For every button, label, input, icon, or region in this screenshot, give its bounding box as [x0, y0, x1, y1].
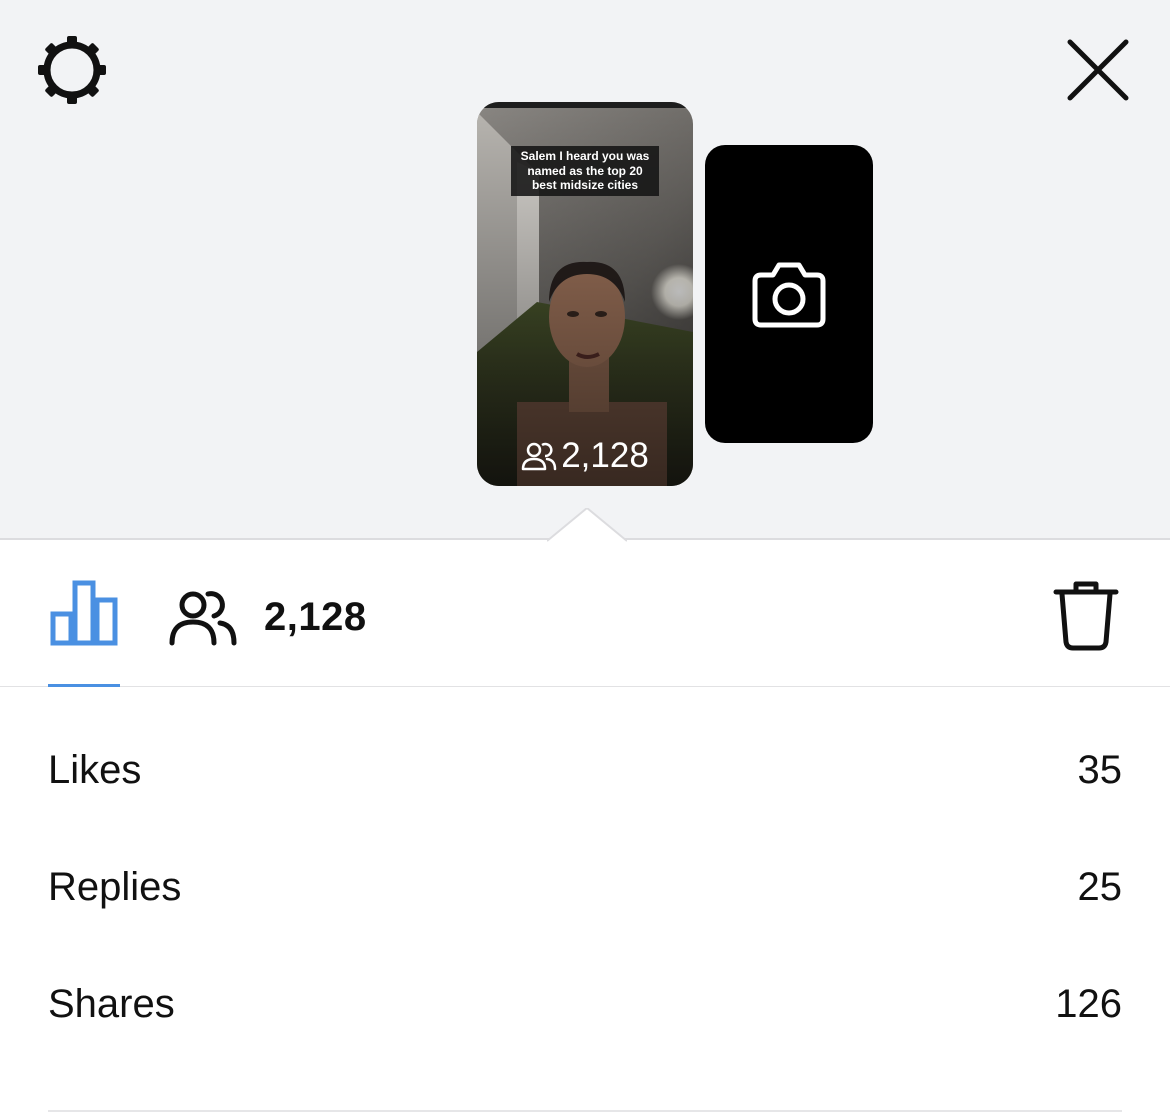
stat-row-replies: Replies 25: [48, 829, 1122, 946]
close-button[interactable]: [1062, 34, 1134, 106]
trash-icon: [1053, 581, 1119, 651]
insights-tabbar: 2,128: [0, 556, 1170, 687]
people-icon: [169, 591, 237, 646]
story-stats-list: Likes 35 Replies 25 Shares 126: [48, 712, 1122, 1063]
active-tab-indicator: [48, 684, 120, 687]
delete-story-button[interactable]: [1050, 578, 1122, 652]
gear-icon: [38, 36, 106, 104]
add-story-button[interactable]: [705, 145, 873, 443]
stat-row-likes: Likes 35: [48, 712, 1122, 829]
story-thumbnail[interactable]: Salem I heard you was named as the top 2…: [477, 102, 693, 486]
close-icon: [1067, 39, 1129, 101]
bar-chart-icon: [50, 580, 118, 646]
selected-story-pointer: [547, 508, 627, 542]
stat-value: 35: [1077, 748, 1123, 792]
tab-viewers[interactable]: 2,128: [168, 584, 367, 650]
stat-value: 126: [1055, 982, 1122, 1026]
divider: [48, 1110, 1122, 1112]
story-viewer-count: 2,128: [477, 436, 693, 476]
stat-label: Shares: [48, 982, 175, 1026]
story-caption: Salem I heard you was named as the top 2…: [511, 146, 659, 196]
people-icon: [521, 442, 557, 471]
viewer-count: 2,128: [264, 594, 367, 639]
story-viewer-count-text: 2,128: [561, 436, 649, 475]
story-preview-area: Salem I heard you was named as the top 2…: [0, 0, 1170, 542]
stat-row-shares: Shares 126: [48, 946, 1122, 1063]
stat-label: Likes: [48, 748, 142, 792]
stat-value: 25: [1077, 865, 1123, 909]
stat-label: Replies: [48, 865, 182, 909]
camera-icon: [752, 262, 826, 328]
tab-insights[interactable]: [48, 578, 120, 687]
settings-button[interactable]: [36, 34, 108, 106]
